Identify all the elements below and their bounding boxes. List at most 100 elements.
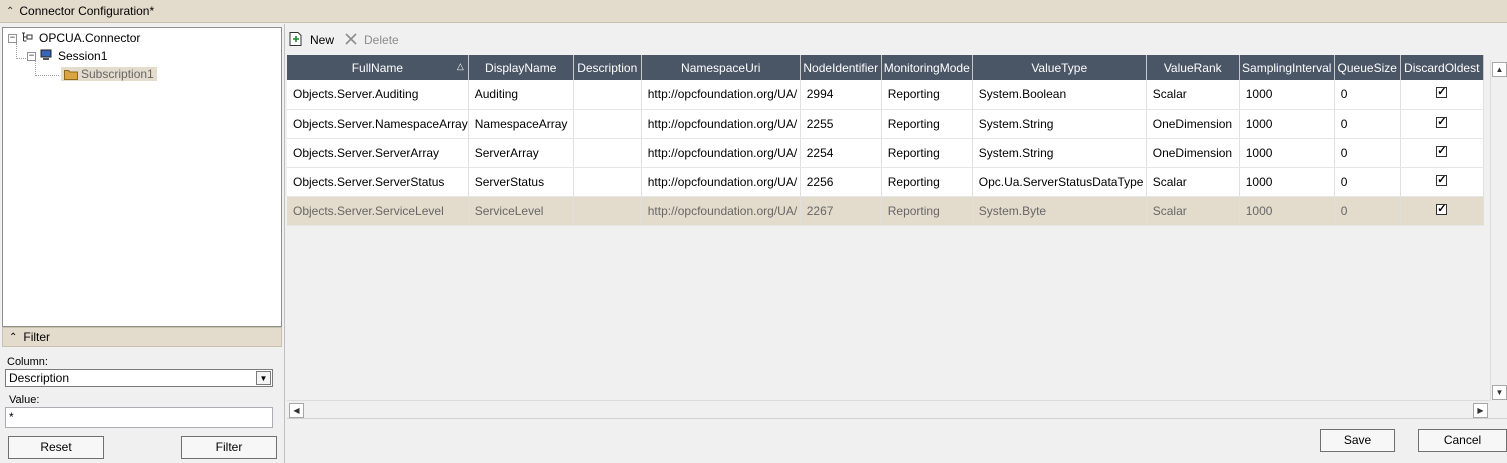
column-header[interactable]: DiscardOldest xyxy=(1400,55,1484,80)
horizontal-scrollbar[interactable]: ◀ ▶ xyxy=(287,400,1489,418)
table-cell[interactable]: Reporting xyxy=(881,167,973,197)
table-cell[interactable]: ServerArray xyxy=(468,138,574,168)
table-cell[interactable]: 0 xyxy=(1334,167,1401,197)
scroll-down-icon[interactable]: ▼ xyxy=(1492,385,1507,400)
column-header[interactable]: SamplingInterval xyxy=(1239,55,1335,80)
table-row[interactable]: Objects.Server.ServerStatus ServerStatus h… xyxy=(287,167,1484,197)
delete-button[interactable]: Delete xyxy=(344,32,399,49)
column-header[interactable]: NodeIdentifier xyxy=(800,55,882,80)
table-cell[interactable]: 1000 xyxy=(1239,167,1335,197)
table-cell[interactable]: NamespaceArray xyxy=(468,109,574,139)
table-cell[interactable]: System.Boolean xyxy=(972,80,1147,110)
panel-header[interactable]: ⌃ Connector Configuration* xyxy=(0,0,1507,23)
table-cell[interactable]: 1000 xyxy=(1239,80,1335,110)
column-header[interactable]: DisplayName xyxy=(468,55,574,80)
table-cell[interactable]: ServerStatus xyxy=(468,167,574,197)
table-cell[interactable]: System.String xyxy=(972,109,1147,139)
table-cell[interactable]: 1000 xyxy=(1239,196,1335,226)
table-cell[interactable]: OneDimension xyxy=(1146,109,1240,139)
items-grid[interactable]: FullName △ DisplayName Description Namespace… xyxy=(287,55,1507,418)
table-cell[interactable]: http://opcfoundation.org/UA/ xyxy=(641,167,801,197)
scroll-up-icon[interactable]: ▲ xyxy=(1492,62,1507,77)
table-cell[interactable]: Objects.Server.ServerArray xyxy=(287,138,469,168)
table-row[interactable]: Objects.Server.NamespaceArray NamespaceAr… xyxy=(287,109,1484,139)
tree-item-selected[interactable]: Subscription1 xyxy=(61,67,157,81)
checkbox-checked-icon[interactable] xyxy=(1436,173,1448,186)
connector-tree[interactable]: − OPCUA.Connector − Session1 Subscriptio… xyxy=(2,27,282,327)
checkbox-checked-icon[interactable] xyxy=(1436,115,1448,128)
collapse-icon[interactable]: − xyxy=(27,51,36,61)
column-header[interactable]: QueueSize xyxy=(1334,55,1401,80)
tree-node-subscription[interactable]: Subscription1 xyxy=(61,66,157,82)
table-cell[interactable]: 1000 xyxy=(1239,138,1335,168)
column-header[interactable]: FullName △ xyxy=(287,55,469,80)
new-button[interactable]: New xyxy=(288,31,334,50)
table-cell[interactable] xyxy=(573,80,642,110)
table-cell[interactable] xyxy=(1400,167,1484,197)
table-cell[interactable]: http://opcfoundation.org/UA/ xyxy=(641,80,801,110)
collapse-icon[interactable]: ⌃ xyxy=(9,332,17,343)
table-cell[interactable]: Objects.Server.Auditing xyxy=(287,80,469,110)
cancel-button[interactable]: Cancel xyxy=(1418,429,1507,452)
table-cell[interactable]: 0 xyxy=(1334,80,1401,110)
chevron-down-icon[interactable]: ▼ xyxy=(256,371,271,385)
column-header[interactable]: ValueType xyxy=(972,55,1147,80)
checkbox-checked-icon[interactable] xyxy=(1436,144,1448,157)
tree-node-session[interactable]: − Session1 xyxy=(27,48,110,64)
table-cell[interactable]: ServiceLevel xyxy=(468,196,574,226)
table-row[interactable]: Objects.Server.ServiceLevel ServiceLevel h… xyxy=(287,196,1484,226)
checkbox-checked-icon[interactable] xyxy=(1436,85,1448,99)
column-select[interactable]: Description ▼ xyxy=(5,369,273,387)
table-cell[interactable]: Reporting xyxy=(881,80,973,110)
column-header[interactable]: Description xyxy=(573,55,642,80)
table-cell[interactable]: http://opcfoundation.org/UA/ xyxy=(641,138,801,168)
save-button[interactable]: Save xyxy=(1320,429,1395,452)
table-cell[interactable]: 2267 xyxy=(800,196,882,226)
scroll-right-icon[interactable]: ▶ xyxy=(1473,403,1488,418)
table-cell[interactable]: 0 xyxy=(1334,138,1401,168)
table-cell[interactable]: 2255 xyxy=(800,109,882,139)
table-cell[interactable]: Objects.Server.ServiceLevel xyxy=(287,196,469,226)
table-cell[interactable]: 0 xyxy=(1334,109,1401,139)
scroll-left-icon[interactable]: ◀ xyxy=(289,403,304,418)
vertical-scrollbar[interactable]: ▲ ▼ xyxy=(1490,60,1507,401)
table-cell[interactable]: Reporting xyxy=(881,138,973,168)
table-cell[interactable]: Scalar xyxy=(1146,80,1240,110)
table-cell[interactable]: 2256 xyxy=(800,167,882,197)
table-cell[interactable]: http://opcfoundation.org/UA/ xyxy=(641,109,801,139)
table-cell[interactable]: Reporting xyxy=(881,109,973,139)
table-cell[interactable]: http://opcfoundation.org/UA/ xyxy=(641,196,801,226)
table-cell[interactable]: 0 xyxy=(1334,196,1401,226)
value-input[interactable]: * xyxy=(5,407,273,428)
table-cell[interactable] xyxy=(1400,80,1484,110)
filter-button[interactable]: Filter xyxy=(181,436,277,459)
table-cell[interactable]: System.Byte xyxy=(972,196,1147,226)
checkbox-checked-icon[interactable] xyxy=(1436,202,1448,215)
table-row[interactable]: Objects.Server.Auditing Auditing http://op… xyxy=(287,80,1484,110)
table-cell[interactable]: 2994 xyxy=(800,80,882,110)
sort-ascending-icon[interactable]: △ xyxy=(457,61,464,72)
table-cell[interactable] xyxy=(573,109,642,139)
table-row[interactable]: Objects.Server.ServerArray ServerArray htt… xyxy=(287,138,1484,168)
table-cell[interactable] xyxy=(573,196,642,226)
table-cell[interactable]: Auditing xyxy=(468,80,574,110)
tree-node-connector[interactable]: − OPCUA.Connector xyxy=(8,30,143,46)
table-cell[interactable]: Reporting xyxy=(881,196,973,226)
table-cell[interactable] xyxy=(573,138,642,168)
table-cell[interactable] xyxy=(573,167,642,197)
table-cell[interactable]: Objects.Server.NamespaceArray xyxy=(287,109,469,139)
column-header[interactable]: ValueRank xyxy=(1146,55,1240,80)
column-header[interactable]: NamespaceUri xyxy=(641,55,801,80)
collapse-icon[interactable]: ⌃ xyxy=(6,6,14,17)
table-cell[interactable]: Scalar xyxy=(1146,196,1240,226)
table-cell[interactable] xyxy=(1400,138,1484,168)
table-cell[interactable]: OneDimension xyxy=(1146,138,1240,168)
table-cell[interactable]: Scalar xyxy=(1146,167,1240,197)
reset-button[interactable]: Reset xyxy=(8,436,104,459)
table-cell[interactable]: 2254 xyxy=(800,138,882,168)
table-cell[interactable]: Opc.Ua.ServerStatusDataType xyxy=(972,167,1147,197)
column-header[interactable]: MonitoringMode xyxy=(881,55,973,80)
filter-header[interactable]: ⌃ Filter xyxy=(2,327,282,347)
collapse-icon[interactable]: − xyxy=(8,33,17,43)
table-cell[interactable]: 1000 xyxy=(1239,109,1335,139)
